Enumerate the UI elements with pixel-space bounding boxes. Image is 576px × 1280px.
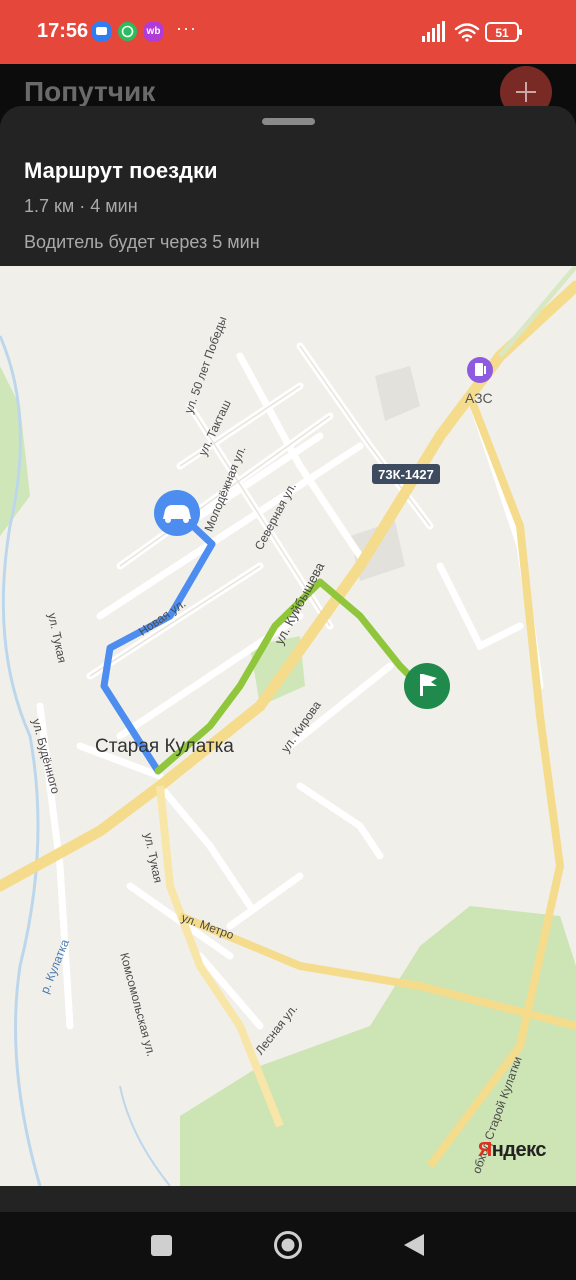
drag-handle[interactable]	[262, 118, 315, 125]
wifi-icon	[454, 23, 480, 42]
town-label: Старая Кулатка	[95, 736, 234, 757]
fuel-station-icon	[467, 357, 493, 383]
wb-icon: wb	[144, 22, 163, 41]
stream	[119, 1085, 171, 1186]
signal-icon	[422, 21, 445, 42]
route-map[interactable]: 73К-1427 Старая Кулатка АЗС ул. 50 лет П…	[0, 266, 576, 1186]
system-icons: 51	[422, 20, 552, 44]
railway	[498, 266, 576, 358]
message-icon	[92, 22, 111, 41]
home-button[interactable]	[266, 1223, 310, 1267]
back-button[interactable]	[392, 1223, 436, 1267]
yandex-logo: Яндекс	[477, 1139, 547, 1161]
tukaya-road	[156, 785, 284, 1128]
driver-eta: Водитель будет через 5 мин	[24, 232, 260, 252]
app-title: Попутчик	[24, 76, 156, 107]
recents-button[interactable]	[140, 1224, 184, 1268]
system-nav-bar	[0, 1212, 576, 1280]
road-shield-label: 73К-1427	[378, 467, 434, 482]
battery-icon: 51	[485, 22, 522, 42]
status-bar: 17:56 wb ··· 51	[0, 0, 576, 64]
destination-flag-icon	[404, 663, 450, 709]
battery-level: 51	[495, 26, 509, 40]
more-notifications-icon: ···	[176, 18, 197, 38]
sheet-bottom	[0, 1186, 576, 1212]
route-summary: 1.7 км · 4 мин	[24, 196, 138, 216]
whatsapp-icon	[118, 22, 137, 41]
building-area	[375, 366, 420, 421]
road-shield: 73К-1427	[372, 464, 440, 484]
route-title: Маршрут поездки	[24, 158, 218, 183]
status-time: 17:56	[37, 20, 89, 42]
car-marker-icon	[154, 490, 200, 536]
poi-label: АЗС	[465, 390, 493, 406]
